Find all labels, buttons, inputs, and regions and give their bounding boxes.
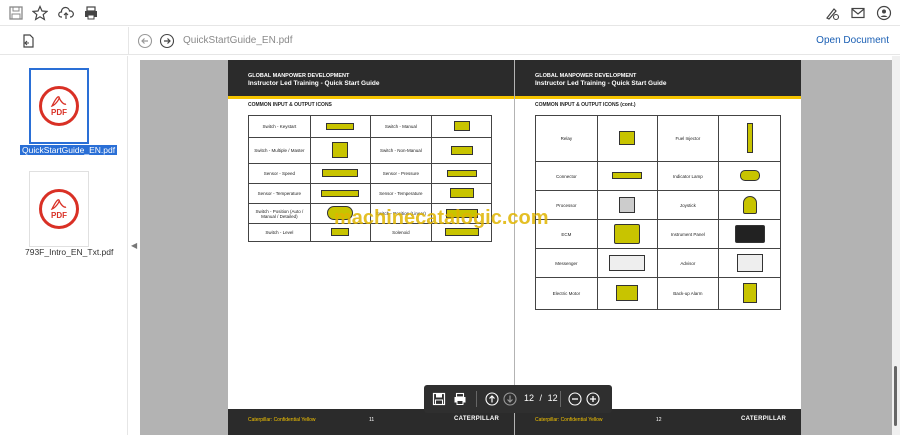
page-header: GLOBAL MANPOWER DEVELOPMENT Instructor L… [228, 60, 514, 96]
divider [128, 27, 129, 55]
save-icon[interactable] [431, 391, 447, 407]
divider [560, 391, 561, 407]
collapse-sidebar-icon[interactable]: ◀ [131, 241, 137, 250]
document-title: QuickStartGuide_EN.pdf [183, 35, 293, 46]
current-page[interactable]: 12 [524, 393, 534, 403]
file-thumbnail-quickstart[interactable]: PDF [29, 68, 89, 144]
header-title: Instructor Led Training - Quick Start Gu… [535, 80, 667, 87]
switch-manual-icon [431, 115, 492, 138]
processor-icon [596, 190, 658, 220]
table-cell: Sensor - Pressure [369, 163, 433, 184]
footer-confidential: Caterpillar: Confidential Yellow [535, 417, 603, 423]
navigation-bar: QuickStartGuide_EN.pdf Open Document [0, 27, 900, 55]
file-thumbnail-793f[interactable]: PDF [29, 171, 89, 247]
back-arrow-icon[interactable] [137, 33, 153, 49]
table-cell: Advisor [656, 248, 720, 278]
switch-multiple-icon [309, 137, 371, 164]
header-org: GLOBAL MANPOWER DEVELOPMENT [535, 73, 637, 79]
table-cell: Connector [535, 161, 598, 191]
file-name-label[interactable]: QuickStartGuide_EN.pdf [20, 145, 118, 155]
indicator-lamp-icon [718, 161, 781, 191]
next-page-icon[interactable] [502, 391, 518, 407]
ecm-icon [596, 219, 658, 249]
table-cell: Sensor - Temperature [248, 183, 311, 204]
backup-alarm-icon [718, 277, 781, 310]
page-header: GLOBAL MANPOWER DEVELOPMENT Instructor L… [515, 60, 801, 96]
table-cell: Sensor - Speed [248, 163, 311, 184]
document-viewer: GLOBAL MANPOWER DEVELOPMENT Instructor L… [140, 60, 892, 435]
sensor-pressure-icon [431, 163, 492, 184]
table-cell: Switch - Non-Manual [369, 137, 433, 164]
table-cell: Indicator Lamp [656, 161, 720, 191]
footer-confidential: Caterpillar: Confidential Yellow [248, 417, 316, 423]
save-icon[interactable] [7, 4, 25, 22]
table-cell: Switch - Position (Auto / Manual / Detai… [248, 203, 311, 224]
page-separator: / [539, 393, 543, 403]
electric-motor-icon [596, 277, 658, 310]
table-cell: Switch - Level [248, 223, 311, 242]
sensor-temperature-icon [431, 183, 492, 204]
vertical-scrollbar[interactable] [892, 56, 900, 435]
page-number: 11 [369, 417, 375, 423]
table-cell: Sensor - Temperature [369, 183, 433, 204]
messenger-icon [596, 248, 658, 278]
table-cell: Messenger [535, 248, 598, 278]
advisor-icon [718, 248, 781, 278]
scroll-thumb[interactable] [894, 366, 897, 426]
table-cell: Back-up Alarm [656, 277, 720, 310]
previous-page-icon[interactable] [484, 391, 500, 407]
page-controls: 12 / 12 [424, 385, 612, 413]
table-cell: Switch - Multiple / Master [248, 137, 311, 164]
sign-icon[interactable] [823, 4, 841, 22]
caterpillar-logo: CATERPILLAR [741, 416, 787, 422]
header-title: Instructor Led Training - Quick Start Gu… [248, 80, 380, 87]
table-cell: Instrument Panel [656, 219, 720, 249]
table-cell: Switch - Manual [369, 115, 433, 138]
divider [476, 391, 477, 407]
section-title: COMMON INPUT & OUTPUT ICONS [248, 102, 332, 108]
caterpillar-logo: CATERPILLAR [454, 416, 500, 422]
pdf-icon: PDF [39, 189, 79, 229]
switch-keystart-icon [309, 115, 371, 138]
sensor-speed-icon [309, 163, 371, 184]
header-stripe [228, 96, 514, 99]
forward-arrow-icon[interactable] [159, 33, 175, 49]
page-11: GLOBAL MANPOWER DEVELOPMENT Instructor L… [228, 60, 514, 435]
top-toolbar [0, 0, 900, 26]
print-icon[interactable] [82, 4, 100, 22]
page-12: GLOBAL MANPOWER DEVELOPMENT Instructor L… [515, 60, 801, 435]
user-icon[interactable] [875, 4, 893, 22]
table-cell: Fuel Injector [656, 115, 720, 162]
relay-icon [596, 115, 658, 162]
joystick-icon [718, 190, 781, 220]
export-icon[interactable] [20, 33, 36, 49]
print-icon[interactable] [452, 391, 468, 407]
cloud-upload-icon[interactable] [57, 4, 75, 22]
file-sidebar: PDF QuickStartGuide_EN.pdf PDF 793F_Intr… [0, 56, 128, 435]
table-cell: Joystick [656, 190, 720, 220]
instrument-panel-icon [718, 219, 781, 249]
header-org: GLOBAL MANPOWER DEVELOPMENT [248, 73, 350, 79]
page-indicator[interactable]: 12 / 12 [524, 393, 558, 403]
mail-icon[interactable] [849, 4, 867, 22]
fuel-injector-icon [718, 115, 781, 162]
sensor-temperature-icon [309, 183, 371, 204]
switch-non-manual-icon [431, 137, 492, 164]
header-stripe [515, 96, 801, 99]
total-pages: 12 [547, 393, 558, 403]
table-cell: Relay [535, 115, 598, 162]
page-number: 12 [656, 417, 662, 423]
open-document-link[interactable]: Open Document [816, 35, 889, 46]
star-icon[interactable] [31, 4, 49, 22]
section-title: COMMON INPUT & OUTPUT ICONS (cont.) [535, 102, 636, 108]
table-cell: Switch - Keystart [248, 115, 311, 138]
zoom-out-icon[interactable] [567, 391, 583, 407]
table-cell: Electric Motor [535, 277, 598, 310]
file-name-label[interactable]: 793F_Intro_EN_Txt.pdf [25, 247, 113, 257]
watermark: machinecatalogic.com [334, 207, 549, 229]
pdf-icon: PDF [39, 86, 79, 126]
zoom-in-icon[interactable] [585, 391, 601, 407]
connector-icon [596, 161, 658, 191]
icons-table: Relay Fuel Injector Connector Indicator … [535, 115, 781, 310]
